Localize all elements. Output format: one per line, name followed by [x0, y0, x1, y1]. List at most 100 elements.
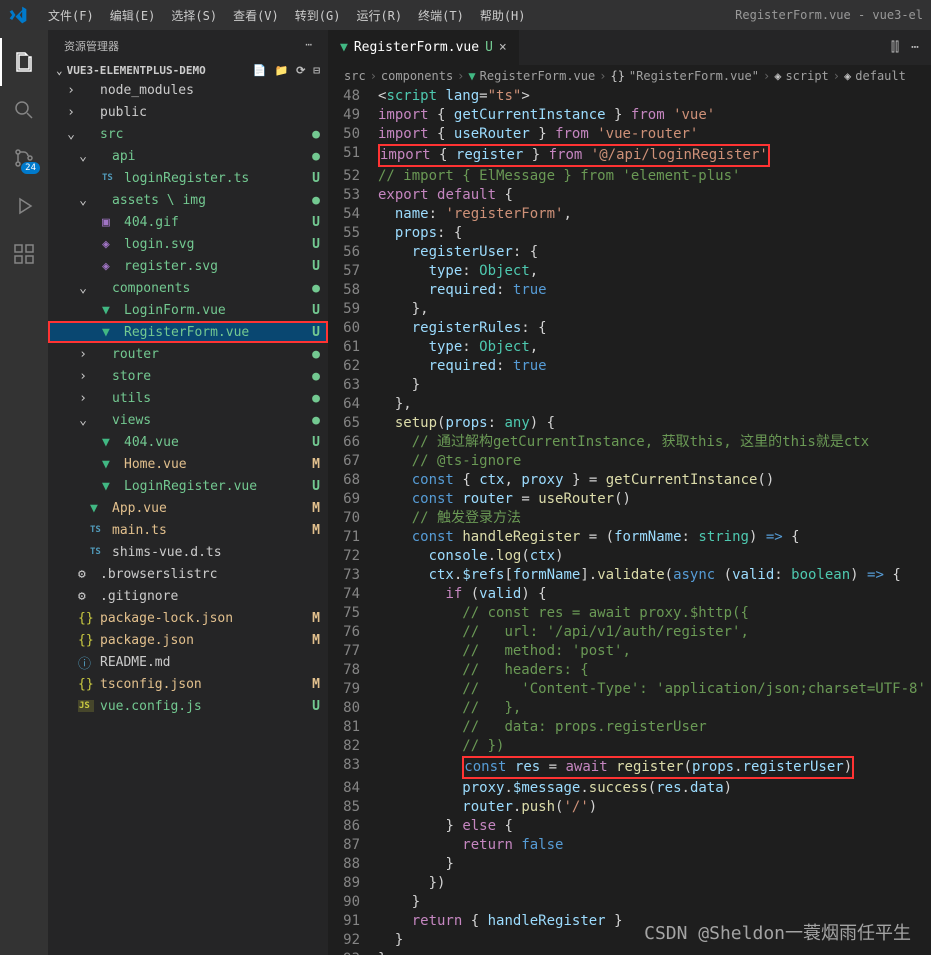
- code-line[interactable]: 65 setup(props: any) {: [328, 414, 931, 433]
- code-line[interactable]: 52// import { ElMessage } from 'element-…: [328, 167, 931, 186]
- code-line[interactable]: 71 const handleRegister = (formName: str…: [328, 528, 931, 547]
- code-line[interactable]: 88 }: [328, 855, 931, 874]
- code-line[interactable]: 66 // 通过解构getCurrentInstance, 获取this, 这里…: [328, 433, 931, 452]
- breadcrumb-item[interactable]: src: [344, 69, 366, 83]
- code-line[interactable]: 83 const res = await register(props.regi…: [328, 756, 931, 779]
- menu-item[interactable]: 运行(R): [348, 9, 410, 23]
- close-icon[interactable]: ×: [499, 40, 507, 55]
- explorer-icon[interactable]: [0, 38, 48, 86]
- code-line[interactable]: 72 console.log(ctx): [328, 547, 931, 566]
- code-line[interactable]: 68 const { ctx, proxy } = getCurrentInst…: [328, 471, 931, 490]
- file-item[interactable]: ▼LoginForm.vueU: [48, 299, 328, 321]
- collapse-icon[interactable]: ⊟: [313, 64, 320, 77]
- folder-item[interactable]: ›public: [48, 101, 328, 123]
- compare-icon[interactable]: ⫿⫿: [891, 40, 899, 55]
- new-file-icon[interactable]: 📄: [253, 64, 267, 77]
- code-line[interactable]: 76 // url: '/api/v1/auth/register',: [328, 623, 931, 642]
- folder-item[interactable]: ›node_modules: [48, 79, 328, 101]
- file-item[interactable]: ⚙.browserslistrc: [48, 563, 328, 585]
- file-item[interactable]: {}package-lock.jsonM: [48, 607, 328, 629]
- search-icon[interactable]: [0, 86, 48, 134]
- code-line[interactable]: 74 if (valid) {: [328, 585, 931, 604]
- file-item[interactable]: ▼App.vueM: [48, 497, 328, 519]
- code-line[interactable]: 63 }: [328, 376, 931, 395]
- code-line[interactable]: 84 proxy.$message.success(res.data): [328, 779, 931, 798]
- file-item[interactable]: TSloginRegister.tsU: [48, 167, 328, 189]
- debug-icon[interactable]: [0, 182, 48, 230]
- menu-item[interactable]: 查看(V): [225, 9, 287, 23]
- folder-item[interactable]: ⌄views●: [48, 409, 328, 431]
- code-line[interactable]: 73 ctx.$refs[formName].validate(async (v…: [328, 566, 931, 585]
- code-line[interactable]: 81 // data: props.registerUser: [328, 718, 931, 737]
- code-line[interactable]: 61 type: Object,: [328, 338, 931, 357]
- file-item[interactable]: TSshims-vue.d.ts: [48, 541, 328, 563]
- code-line[interactable]: 49import { getCurrentInstance } from 'vu…: [328, 106, 931, 125]
- more-icon[interactable]: ⋯: [911, 40, 919, 55]
- code-line[interactable]: 55 props: {: [328, 224, 931, 243]
- code-line[interactable]: 59 },: [328, 300, 931, 319]
- breadcrumb-item[interactable]: default: [855, 69, 906, 83]
- code-line[interactable]: 82 // }): [328, 737, 931, 756]
- code-line[interactable]: 90 }: [328, 893, 931, 912]
- folder-item[interactable]: ›store●: [48, 365, 328, 387]
- code-line[interactable]: 77 // method: 'post',: [328, 642, 931, 661]
- file-item[interactable]: ▣404.gifU: [48, 211, 328, 233]
- code-line[interactable]: 48<script lang="ts">: [328, 87, 931, 106]
- code-line[interactable]: 62 required: true: [328, 357, 931, 376]
- folder-item[interactable]: ⌄assets \ img●: [48, 189, 328, 211]
- code-line[interactable]: 50import { useRouter } from 'vue-router': [328, 125, 931, 144]
- code-line[interactable]: 93}: [328, 950, 931, 955]
- file-item[interactable]: {}tsconfig.jsonM: [48, 673, 328, 695]
- code-line[interactable]: 64 },: [328, 395, 931, 414]
- file-item[interactable]: ▼LoginRegister.vueU: [48, 475, 328, 497]
- code-line[interactable]: 80 // },: [328, 699, 931, 718]
- breadcrumb-item[interactable]: "RegisterForm.vue": [629, 69, 759, 83]
- code-line[interactable]: 58 required: true: [328, 281, 931, 300]
- folder-item[interactable]: ⌄src●: [48, 123, 328, 145]
- source-control-icon[interactable]: 24: [0, 134, 48, 182]
- file-item[interactable]: ◈register.svgU: [48, 255, 328, 277]
- file-item[interactable]: ◈login.svgU: [48, 233, 328, 255]
- file-item[interactable]: {}package.jsonM: [48, 629, 328, 651]
- file-item[interactable]: TSmain.tsM: [48, 519, 328, 541]
- menu-item[interactable]: 选择(S): [163, 9, 225, 23]
- code-line[interactable]: 78 // headers: {: [328, 661, 931, 680]
- file-item[interactable]: ▼404.vueU: [48, 431, 328, 453]
- menu-item[interactable]: 编辑(E): [102, 9, 164, 23]
- code-line[interactable]: 79 // 'Content-Type': 'application/json;…: [328, 680, 931, 699]
- breadcrumb-item[interactable]: script: [785, 69, 828, 83]
- menu-item[interactable]: 终端(T): [410, 9, 472, 23]
- code-line[interactable]: 56 registerUser: {: [328, 243, 931, 262]
- refresh-icon[interactable]: ⟳: [296, 64, 305, 77]
- extensions-icon[interactable]: [0, 230, 48, 278]
- breadcrumb-item[interactable]: components: [381, 69, 453, 83]
- code-line[interactable]: 86 } else {: [328, 817, 931, 836]
- breadcrumb-item[interactable]: RegisterForm.vue: [480, 69, 596, 83]
- folder-item[interactable]: ›utils●: [48, 387, 328, 409]
- code-line[interactable]: 89 }): [328, 874, 931, 893]
- file-item[interactable]: ▼Home.vueM: [48, 453, 328, 475]
- code-line[interactable]: 54 name: 'registerForm',: [328, 205, 931, 224]
- menu-item[interactable]: 转到(G): [287, 9, 349, 23]
- code-line[interactable]: 70 // 触发登录方法: [328, 509, 931, 528]
- menu-item[interactable]: 帮助(H): [472, 9, 534, 23]
- menu-item[interactable]: 文件(F): [40, 9, 102, 23]
- section-header[interactable]: ⌄ VUE3-ELEMENTPLUS-DEMO 📄 📁 ⟳ ⊟: [48, 62, 328, 79]
- breadcrumb[interactable]: src›components›▼RegisterForm.vue›{}"Regi…: [328, 65, 931, 87]
- file-item[interactable]: ⓘREADME.md: [48, 651, 328, 673]
- code-line[interactable]: 57 type: Object,: [328, 262, 931, 281]
- code-editor[interactable]: 48<script lang="ts">49import { getCurren…: [328, 87, 931, 955]
- code-line[interactable]: 85 router.push('/'): [328, 798, 931, 817]
- file-item[interactable]: JSvue.config.jsU: [48, 695, 328, 717]
- sidebar-more-icon[interactable]: ⋯: [305, 38, 312, 54]
- folder-item[interactable]: ⌄components●: [48, 277, 328, 299]
- file-item[interactable]: ⚙.gitignore: [48, 585, 328, 607]
- code-line[interactable]: 53export default {: [328, 186, 931, 205]
- code-line[interactable]: 67 // @ts-ignore: [328, 452, 931, 471]
- code-line[interactable]: 51import { register } from '@/api/loginR…: [328, 144, 931, 167]
- code-line[interactable]: 69 const router = useRouter(): [328, 490, 931, 509]
- folder-item[interactable]: ⌄api●: [48, 145, 328, 167]
- folder-item[interactable]: ›router●: [48, 343, 328, 365]
- tab-registerform[interactable]: ▼ RegisterForm.vue U ×: [328, 30, 520, 65]
- code-line[interactable]: 75 // const res = await proxy.$http({: [328, 604, 931, 623]
